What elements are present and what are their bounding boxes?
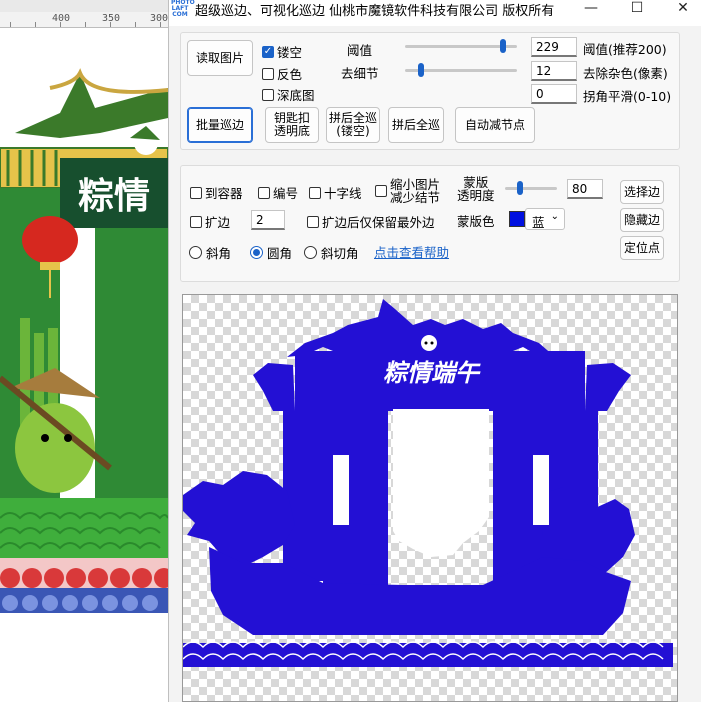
to-container-label: 到容器 [205, 186, 243, 201]
hollow-label: 镂空 [277, 45, 303, 60]
chamfer-radio[interactable]: 斜切角 [304, 243, 359, 262]
dark-bg-label: 深底图 [277, 88, 315, 103]
radio-circle [189, 246, 202, 259]
shrink-image-checkbox[interactable]: 缩小图片 减少结节 [375, 178, 440, 204]
remove-detail-hint: 去除杂色(像素) [583, 66, 668, 81]
to-container-checkbox[interactable]: 到容器 [190, 183, 243, 202]
mask-color-select[interactable]: 蓝 ⌄ [525, 208, 565, 230]
batch-trace-button[interactable]: 批量巡边 [187, 107, 253, 143]
checkbox-box [258, 186, 270, 199]
svg-text:粽情: 粽情 [78, 175, 150, 217]
mask-opacity-input[interactable]: 80 [567, 179, 603, 199]
checkbox-box [190, 215, 202, 228]
numbering-label: 编号 [273, 186, 299, 201]
app-logo-icon: PHOTO LAFT COM [171, 0, 195, 18]
hollow-checkbox[interactable]: ✓ 镂空 [262, 42, 302, 61]
shrink-image-label: 缩小图片 减少结节 [390, 177, 441, 205]
mascot-head [421, 335, 437, 351]
checkbox-box [375, 185, 387, 197]
dark-bg-checkbox[interactable]: 深底图 [262, 85, 315, 104]
ruler-label: 350 [102, 13, 121, 24]
select-edge-button[interactable]: 选择边 [620, 180, 664, 204]
mask-opacity-label: 蒙版 透明度 [457, 175, 495, 203]
radio-circle [304, 246, 317, 259]
locate-point-button[interactable]: 定位点 [620, 236, 664, 260]
round-radio[interactable]: 圆角 [250, 243, 292, 262]
threshold-hint: 阈值(推荐200) [583, 42, 667, 57]
mask-opacity-slider[interactable] [505, 180, 557, 196]
keychain-transparent-button[interactable]: 钥匙扣 透明底 [265, 107, 319, 143]
traced-silhouette: 粽情端午 [183, 299, 673, 667]
chamfer-label: 斜切角 [321, 246, 359, 261]
minimize-button[interactable]: — [569, 0, 613, 20]
ruler-label: 300 [150, 13, 168, 24]
remove-detail-input[interactable]: 12 [531, 61, 577, 81]
merge-full-button[interactable]: 拼后全巡 [388, 107, 444, 143]
expand-keep-outer-label: 扩边后仅保留最外边 [322, 215, 435, 230]
numbering-checkbox[interactable]: 编号 [258, 183, 298, 202]
remove-detail-slider[interactable] [405, 62, 517, 78]
help-link[interactable]: 点击查看帮助 [374, 242, 449, 261]
corner-smooth-hint: 拐角平滑(0-10) [583, 89, 672, 104]
threshold-label: 阈值 [347, 43, 373, 58]
auto-reduce-nodes-button[interactable]: 自动减节点 [455, 107, 535, 143]
mask-color-label: 蒙版色 [457, 214, 495, 229]
crosshair-checkbox[interactable]: 十字线 [309, 183, 362, 202]
expand-value-input[interactable]: 2 [251, 210, 285, 230]
checkbox-box [307, 215, 319, 228]
expand-edge-checkbox[interactable]: 扩边 [190, 212, 230, 231]
checkbox-box [262, 88, 274, 101]
checkbox-box [309, 186, 321, 199]
invert-checkbox[interactable]: 反色 [262, 64, 302, 83]
slider-thumb[interactable] [516, 181, 523, 195]
trace-preview-canvas[interactable]: 粽情端午 [182, 294, 678, 702]
title-bar[interactable]: PHOTO LAFT COM 超级巡边、可视化巡边 仙桃市魔镜软件科技有限公司 … [169, 0, 701, 26]
corner-smooth-input[interactable]: 0 [531, 84, 577, 104]
checkbox-box [190, 186, 202, 199]
window-title: 超级巡边、可视化巡边 仙桃市魔镜软件科技有限公司 版权所有 [195, 4, 555, 19]
mask-color-swatch [509, 211, 525, 227]
read-image-button[interactable]: 读取图片 [187, 40, 253, 76]
ruler-label: 400 [52, 13, 71, 24]
dragon-boat-artwork: 粽情 [0, 68, 168, 613]
remove-detail-label: 去细节 [341, 66, 379, 81]
radio-circle [250, 246, 263, 259]
bevel-label: 斜角 [206, 246, 232, 261]
background-design-app: 400 350 300 粽情 [0, 0, 168, 702]
slider-thumb[interactable] [500, 39, 507, 53]
expand-edge-label: 扩边 [205, 215, 231, 230]
bevel-radio[interactable]: 斜角 [189, 243, 231, 262]
invert-label: 反色 [277, 67, 303, 82]
threshold-slider[interactable] [405, 38, 517, 54]
chevron-down-icon: ⌄ [550, 211, 559, 222]
silhouette-title-text: 粽情端午 [383, 358, 481, 387]
threshold-input[interactable]: 229 [531, 37, 577, 57]
mask-color-value: 蓝 [532, 215, 545, 230]
expand-keep-outer-checkbox[interactable]: 扩边后仅保留最外边 [307, 212, 435, 231]
merge-full-hollow-button[interactable]: 拼后全巡 (镂空) [326, 107, 380, 143]
slider-thumb[interactable] [417, 63, 424, 77]
maximize-button[interactable]: ☐ [615, 0, 659, 20]
crosshair-label: 十字线 [324, 186, 362, 201]
round-label: 圆角 [267, 246, 293, 261]
horizontal-ruler: 400 350 300 [0, 12, 168, 28]
checkbox-box [262, 67, 274, 80]
design-canvas[interactable]: 粽情 [0, 28, 168, 702]
hide-edge-button[interactable]: 隐藏边 [620, 208, 664, 232]
checkmark-icon: ✓ [262, 45, 274, 58]
close-button[interactable]: ✕ [661, 0, 701, 20]
